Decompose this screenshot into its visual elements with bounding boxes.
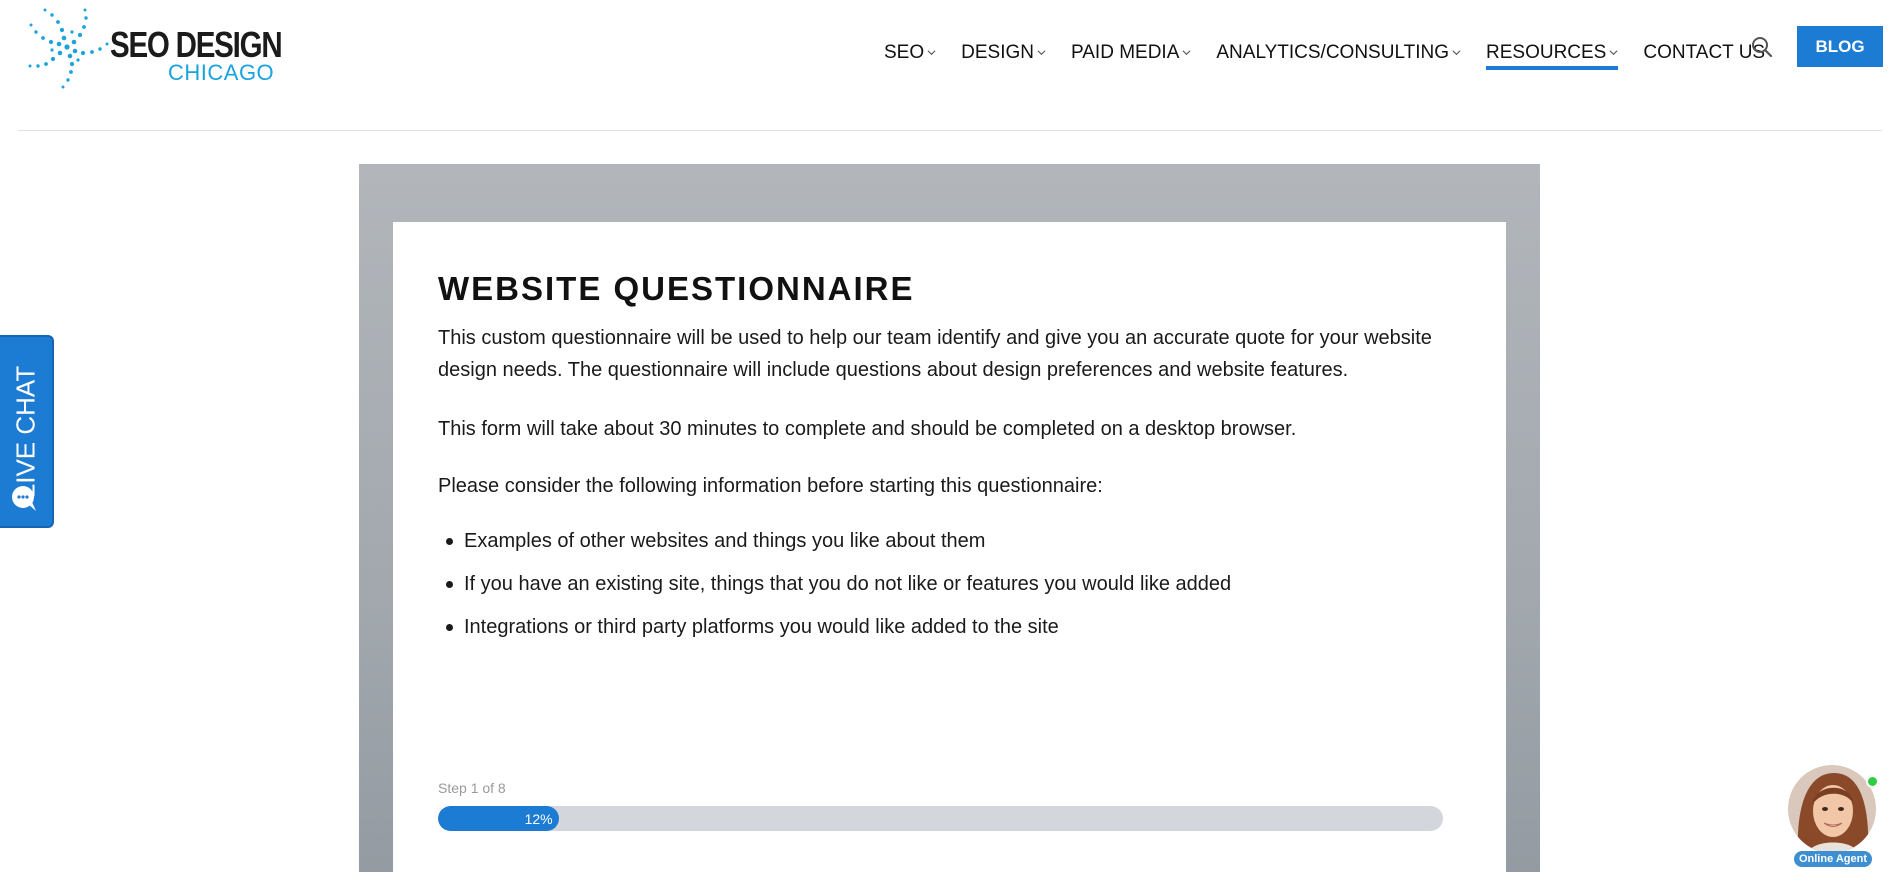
nav-item-label: RESOURCES [1486, 41, 1607, 63]
nav-item-contact-us[interactable]: CONTACT US [1643, 30, 1765, 70]
list-item: Integrations or third party platforms yo… [438, 611, 1231, 643]
blog-button[interactable]: BLOG [1797, 26, 1883, 67]
progress-label: 12% [524, 810, 553, 827]
agent-avatar [1788, 765, 1876, 853]
chevron-down-icon [1609, 50, 1618, 56]
search-icon[interactable] [1750, 35, 1774, 59]
chevron-down-icon [927, 50, 936, 56]
nav-item-label: PAID MEDIA [1070, 41, 1180, 63]
agent-photo-icon [1788, 765, 1876, 853]
intro-text: This custom questionnaire will be used t… [438, 327, 1432, 381]
online-status-dot [1866, 775, 1879, 788]
step-indicator: Step 1 of 8 [438, 780, 506, 796]
nav-item-resources[interactable]: RESOURCES [1486, 30, 1619, 70]
questionnaire-panel: WEBSITE QUESTIONNAIRE This custom questi… [359, 164, 1540, 872]
duration-note: This form will take about 30 minutes to … [438, 418, 1297, 440]
nav-item-seo[interactable]: SEO [884, 30, 936, 70]
agent-label: Online Agent [1794, 851, 1872, 867]
site-header: SEO DESIGN CHICAGO SEO DESIGN PAID MEDIA… [0, 0, 1896, 131]
nav-item-design[interactable]: DESIGN [961, 30, 1046, 70]
live-chat-tab[interactable]: LIVE CHAT [0, 335, 54, 528]
spiral-dots-logo-icon [28, 8, 109, 89]
questionnaire-card: WEBSITE QUESTIONNAIRE This custom questi… [393, 222, 1506, 872]
chevron-down-icon [1182, 50, 1191, 56]
chevron-down-icon [1452, 50, 1461, 56]
nav-item-label: ANALYTICS/CONSULTING [1216, 41, 1449, 63]
chat-bubble-icon [12, 486, 36, 511]
list-item: If you have an existing site, things tha… [438, 568, 1231, 600]
logo-name-line2: CHICAGO [168, 60, 275, 85]
chevron-down-icon [1037, 50, 1046, 56]
nav-item-label: SEO [884, 41, 925, 63]
consider-note: Please consider the following informatio… [438, 475, 1103, 497]
considerations-list: Examples of other websites and things yo… [438, 525, 1231, 654]
page-title: WEBSITE QUESTIONNAIRE [438, 270, 915, 307]
live-chat-label: LIVE CHAT [10, 365, 41, 498]
site-logo[interactable]: SEO DESIGN CHICAGO [22, 4, 283, 90]
nav-item-label: DESIGN [961, 41, 1034, 63]
main-nav: SEO DESIGN PAID MEDIA ANALYTICS/CONSULTI… [884, 30, 1790, 70]
nav-item-analytics-consulting[interactable]: ANALYTICS/CONSULTING [1216, 30, 1461, 70]
nav-item-paid-media[interactable]: PAID MEDIA [1071, 30, 1191, 70]
list-item: Examples of other websites and things yo… [438, 525, 1231, 557]
online-agent-widget[interactable]: Online Agent [1786, 763, 1880, 867]
nav-item-label: CONTACT US [1643, 41, 1766, 63]
header-divider [18, 130, 1882, 131]
progress-fill: 12% [438, 806, 559, 831]
progress-bar: 12% [438, 806, 1443, 831]
